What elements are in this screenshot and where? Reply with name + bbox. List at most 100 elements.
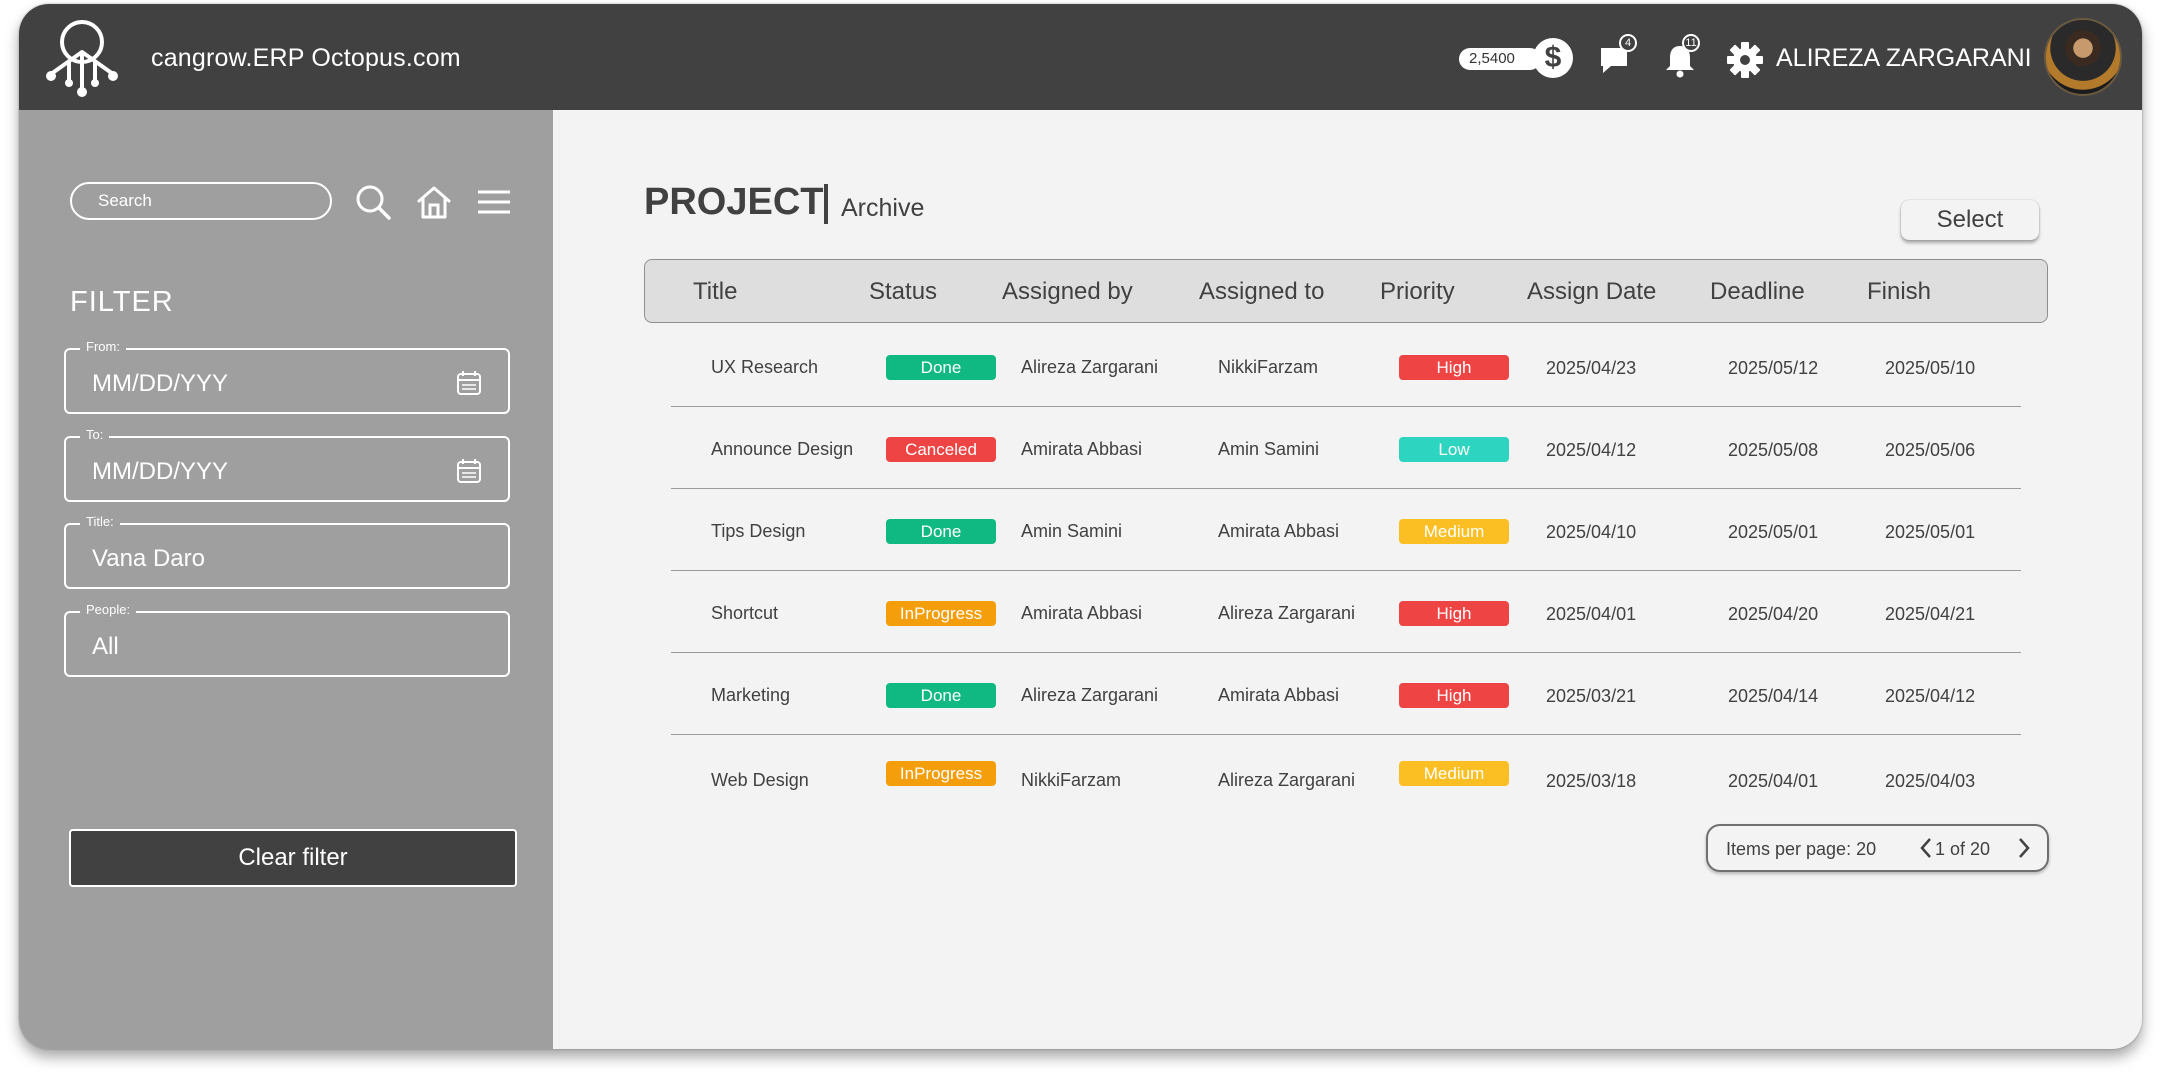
assigned-by: Amirata Abbasi [1021, 439, 1143, 459]
deadline-date: 2025/04/20 [1728, 604, 1819, 624]
chevron-left-icon[interactable] [1916, 836, 1936, 860]
dollar-icon: $ [1533, 38, 1573, 78]
filter-sidebar: Search FILTER From: MM/DD/YYY To: MM/DD/… [19, 110, 553, 1049]
priority-badge: High [1399, 355, 1509, 380]
people-field[interactable]: People: All [64, 602, 510, 677]
assigned-to: Amirata Abbasi [1218, 521, 1340, 541]
status-badge: Done [886, 683, 996, 708]
logo-icon [46, 20, 118, 97]
user-name[interactable]: ALIREZA ZARGARANI [1776, 44, 2032, 73]
column-priority[interactable]: Priority [1380, 278, 1455, 306]
table-row[interactable]: Web Design InProgress NikkiFarzam Alireza Z… [671, 735, 2021, 817]
assigned-to: NikkiFarzam [1218, 357, 1319, 377]
column-status[interactable]: Status [869, 278, 937, 306]
messages-badge: 4 [1619, 34, 1637, 52]
status-badge: InProgress [886, 761, 996, 786]
deadline-date: 2025/04/14 [1728, 686, 1819, 706]
page-subtitle: Archive [841, 194, 925, 222]
assigned-to: Amin Samini [1218, 439, 1320, 459]
status-badge: Done [886, 355, 996, 380]
search-icon[interactable] [353, 182, 393, 222]
title-label: Title: [80, 514, 120, 529]
column-assigned-by[interactable]: Assigned by [1002, 278, 1133, 306]
status-badge: Done [886, 519, 996, 544]
people-label: People: [80, 602, 137, 617]
column-finish[interactable]: Finish [1867, 278, 1931, 306]
deadline-date: 2025/04/01 [1728, 771, 1819, 791]
assigned-to: Alireza Zargarani [1218, 603, 1356, 623]
menu-icon[interactable] [474, 182, 514, 222]
gear-icon[interactable] [1725, 40, 1765, 80]
from-value: MM/DD/YYY [92, 370, 229, 397]
assigned-to: Alireza Zargarani [1218, 770, 1356, 790]
calendar-icon[interactable] [456, 458, 482, 484]
chevron-right-icon[interactable] [2014, 836, 2034, 860]
table-row[interactable]: UX Research Done Alireza Zargarani NikkiFar… [671, 325, 2021, 407]
priority-badge: Medium [1399, 519, 1509, 544]
finish-date: 2025/04/03 [1885, 771, 1976, 791]
task-title: Marketing [711, 685, 791, 705]
messages-button[interactable]: 4 [1597, 34, 1637, 80]
deadline-date: 2025/05/08 [1728, 440, 1819, 460]
priority-badge: Medium [1399, 761, 1509, 786]
to-label: To: [80, 427, 110, 442]
task-title: Announce Design [711, 439, 854, 459]
assigned-by: Amin Samini [1021, 521, 1123, 541]
select-button[interactable]: Select [1901, 200, 2039, 240]
assign-date: 2025/03/21 [1546, 686, 1637, 706]
assign-date: 2025/04/12 [1546, 440, 1637, 460]
finish-date: 2025/04/12 [1885, 686, 1976, 706]
finish-date: 2025/05/01 [1885, 522, 1976, 542]
pagination: Items per page: 20 1 of 20 [1706, 824, 2049, 872]
deadline-date: 2025/05/01 [1728, 522, 1819, 542]
from-label: From: [80, 339, 126, 354]
page-title: PROJECT [644, 181, 824, 223]
notifications-badge: 11 [1682, 34, 1700, 52]
status-badge: InProgress [886, 601, 996, 626]
home-icon[interactable] [414, 182, 454, 222]
column-deadline[interactable]: Deadline [1710, 278, 1805, 306]
assigned-by: Alireza Zargarani [1021, 685, 1159, 705]
title-field[interactable]: Title: Vana Daro [64, 514, 510, 589]
coin-amount: 2,5400 [1459, 48, 1541, 70]
app-title: cangrow.ERP Octopus.com [151, 44, 461, 72]
assigned-to: Amirata Abbasi [1218, 685, 1340, 705]
column-title[interactable]: Title [693, 278, 737, 306]
from-date-field[interactable]: From: MM/DD/YYY [64, 339, 510, 414]
priority-badge: Low [1399, 437, 1509, 462]
task-title: Web Design [711, 770, 809, 790]
table-row[interactable]: Announce Design Canceled Amirata Abbasi Ami… [671, 407, 2021, 489]
to-value: MM/DD/YYY [92, 458, 229, 485]
search-input[interactable]: Search [70, 182, 332, 220]
table-row[interactable]: Marketing Done Alireza Zargarani Amirata Ab… [671, 653, 2021, 735]
table-row[interactable]: Tips Design Done Amin Samini Amirata Abbasi… [671, 489, 2021, 571]
priority-badge: High [1399, 601, 1509, 626]
assigned-by: NikkiFarzam [1021, 770, 1122, 790]
to-date-field[interactable]: To: MM/DD/YYY [64, 427, 510, 502]
column-assigned-to[interactable]: Assigned to [1199, 278, 1324, 306]
app-window: cangrow.ERP Octopus.com 2,5400 $ 4 11 AL… [19, 4, 2142, 1049]
column-assign-date[interactable]: Assign Date [1527, 278, 1656, 306]
title-value: Vana Daro [92, 545, 205, 572]
clear-filter-button[interactable]: Clear filter [69, 829, 517, 887]
finish-date: 2025/04/21 [1885, 604, 1976, 624]
top-bar: cangrow.ERP Octopus.com 2,5400 $ 4 11 AL… [19, 4, 2142, 110]
table-header: Title Status Assigned by Assigned to Pri… [644, 259, 2048, 323]
priority-badge: High [1399, 683, 1509, 708]
assigned-by: Amirata Abbasi [1021, 603, 1143, 623]
task-title: Tips Design [711, 521, 806, 541]
table-row[interactable]: Shortcut InProgress Amirata Abbasi Alireza … [671, 571, 2021, 653]
calendar-icon[interactable] [456, 370, 482, 396]
task-title: UX Research [711, 357, 819, 377]
assign-date: 2025/04/10 [1546, 522, 1637, 542]
notifications-button[interactable]: 11 [1660, 34, 1700, 80]
title-divider [824, 184, 828, 224]
deadline-date: 2025/05/12 [1728, 358, 1819, 378]
finish-date: 2025/05/10 [1885, 358, 1976, 378]
assign-date: 2025/04/01 [1546, 604, 1637, 624]
task-title: Shortcut [711, 603, 779, 623]
people-value: All [92, 633, 119, 660]
avatar[interactable] [2044, 18, 2122, 96]
items-per-page[interactable]: Items per page: 20 [1726, 839, 1876, 860]
page-indicator: 1 of 20 [1935, 839, 1991, 859]
